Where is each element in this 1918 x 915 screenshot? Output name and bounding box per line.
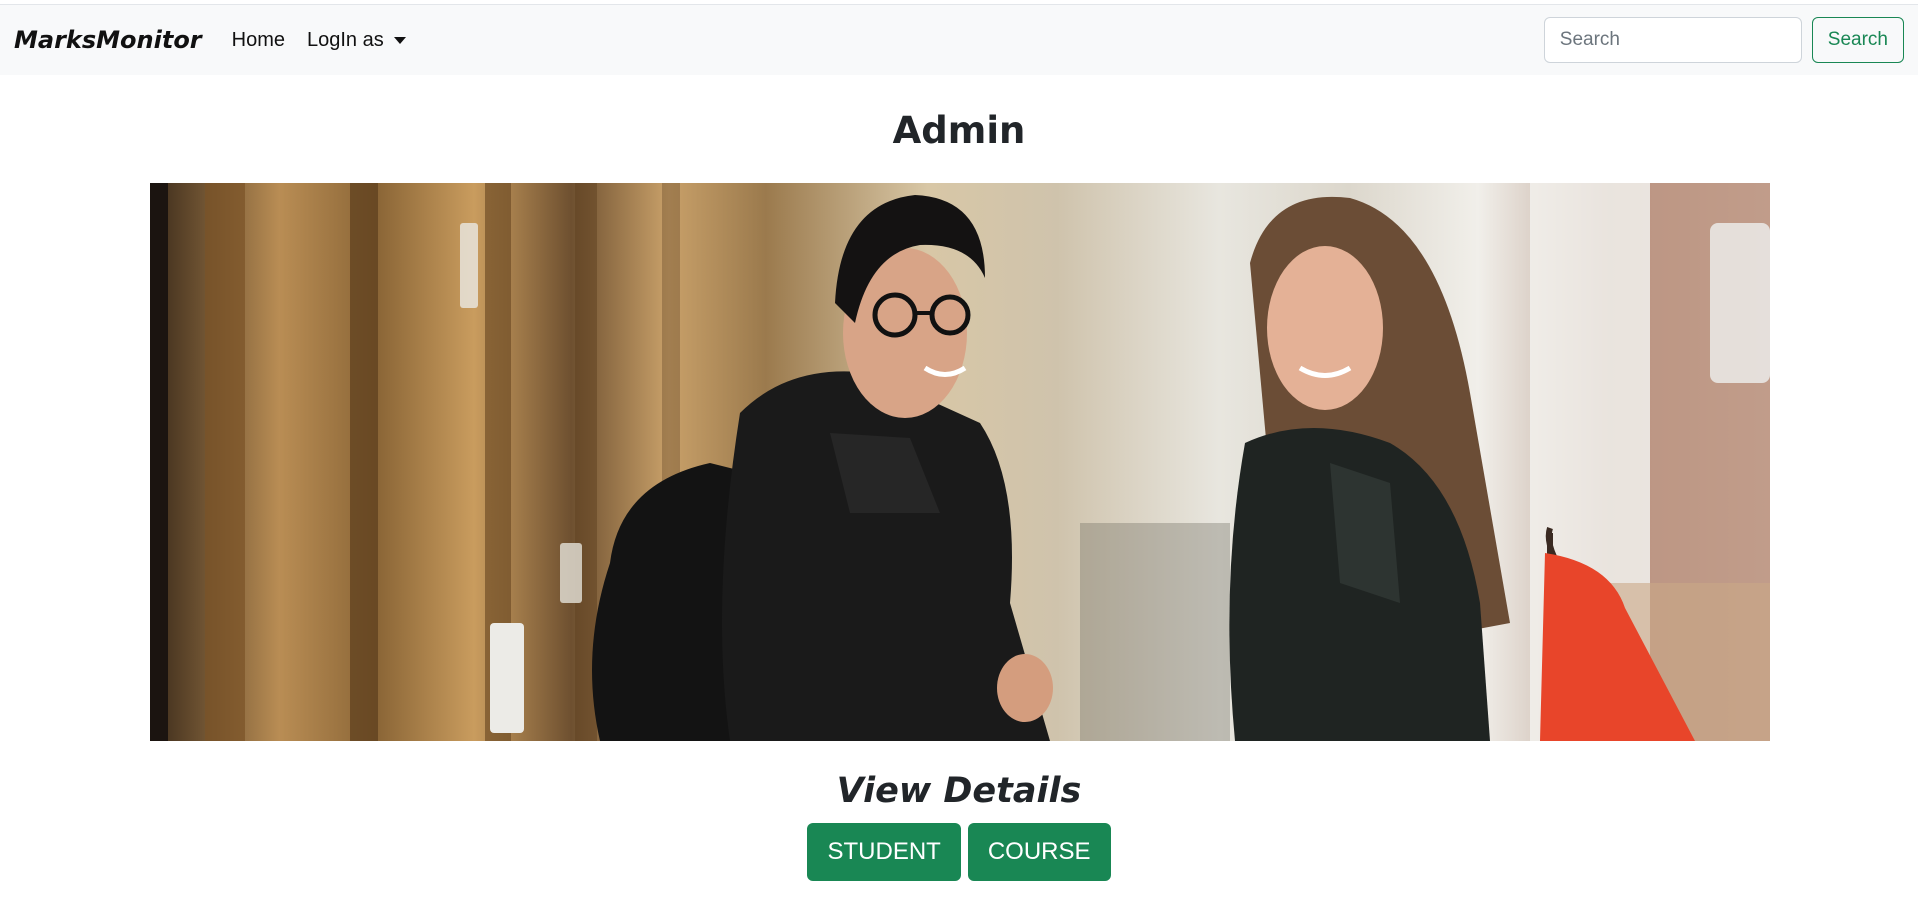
students-photo <box>150 183 1770 741</box>
search-form: Search <box>1543 17 1904 63</box>
page-title: Admin <box>892 109 1026 152</box>
details-button-group: STUDENT COURSE <box>0 823 1918 881</box>
login-as-dropdown[interactable]: LogIn as <box>307 29 406 52</box>
hero-image <box>150 183 1770 741</box>
student-button[interactable]: STUDENT <box>807 823 961 881</box>
nav-home-link[interactable]: Home <box>232 29 285 52</box>
brand-logo[interactable]: MarksMonitor <box>14 26 202 54</box>
login-as-label: LogIn as <box>307 28 384 51</box>
search-input[interactable] <box>1543 17 1802 63</box>
search-button[interactable]: Search <box>1811 17 1904 63</box>
view-details-heading: View Details <box>836 771 1082 811</box>
course-button[interactable]: COURSE <box>967 823 1111 881</box>
navbar: MarksMonitor Home LogIn as Search <box>0 5 1918 75</box>
caret-down-icon <box>393 36 406 44</box>
